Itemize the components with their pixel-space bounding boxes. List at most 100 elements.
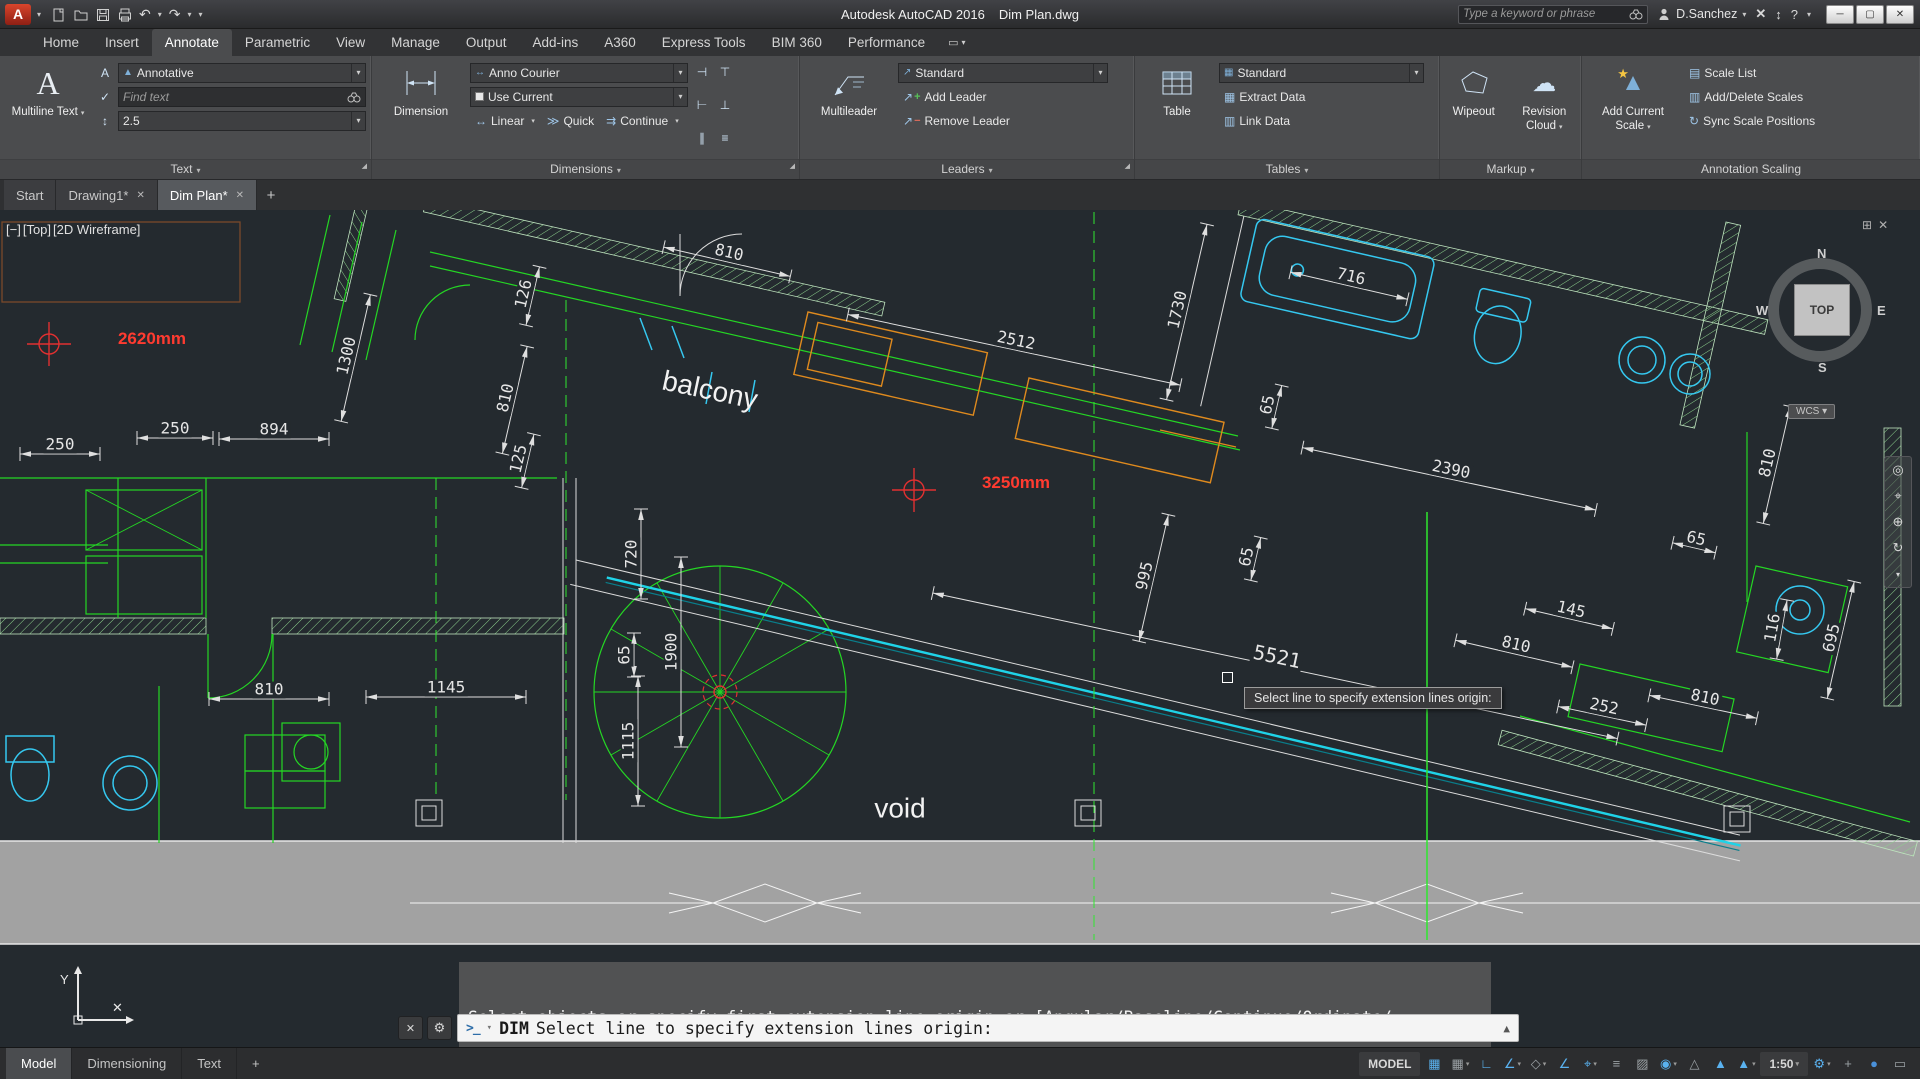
minimize-button[interactable]: ─ [1826, 5, 1854, 24]
canvas-text-810[interactable]: 810 [1498, 633, 1534, 657]
table-button[interactable]: Table [1140, 59, 1214, 159]
combo-caret-icon[interactable]: ▾ [673, 88, 687, 106]
canvas-text-720[interactable]: 720 [624, 538, 641, 571]
viewport-maximize-icon[interactable]: ⊞ [1862, 218, 1872, 232]
status-snap-mode[interactable]: ▦▾ [1448, 1052, 1472, 1076]
canvas-text-995[interactable]: 995 [1133, 558, 1157, 594]
ribbon-tab-insert[interactable]: Insert [92, 29, 152, 56]
viewcube-east[interactable]: E [1877, 303, 1886, 318]
status-annotation-visibility[interactable]: ▲ [1708, 1052, 1732, 1076]
drawing-area[interactable]: 8101261300810251217307162502508941256523… [0, 210, 1920, 1047]
status-lineweight-display[interactable]: ≡ [1604, 1052, 1628, 1076]
multiline-text-button[interactable]: A Multiline Text▾ [5, 59, 91, 159]
find-binoculars-icon[interactable] [347, 91, 361, 103]
close-tab-icon[interactable]: ✕ [136, 190, 144, 201]
help-caret-icon[interactable]: ▾ [1807, 10, 1811, 19]
dialog-launcher-icon[interactable]: ◢ [362, 157, 367, 176]
command-customize-icon[interactable]: ⚙ [427, 1016, 452, 1040]
markup-panel-label[interactable]: Markup▾ [1440, 159, 1581, 179]
viewcube-north[interactable]: N [1817, 246, 1826, 261]
canvas-text-810[interactable]: 810 [494, 380, 518, 416]
dialog-launcher-icon[interactable]: ◢ [1125, 157, 1130, 176]
plot-icon[interactable] [117, 7, 132, 22]
canvas-text-balcony[interactable]: balcony [658, 365, 762, 415]
file-tab-dim-plan[interactable]: Dim Plan*✕ [158, 180, 257, 210]
canvas-text-3250mm[interactable]: 3250mm [980, 474, 1052, 492]
jog-line-icon[interactable]: ⊢ [693, 96, 711, 114]
status-graphics-performance[interactable]: ● [1862, 1052, 1886, 1076]
annotation-scaling-panel-label[interactable]: Annotation Scaling [1582, 159, 1920, 179]
ribbon-tab-parametric[interactable]: Parametric [232, 29, 323, 56]
layout-tab-text[interactable]: Text [182, 1048, 237, 1079]
undo-caret-icon[interactable]: ▾ [158, 10, 162, 19]
restore-button[interactable]: ▢ [1856, 5, 1884, 24]
spell-check-icon[interactable]: ✓ [96, 88, 114, 106]
status-dynamic-ucs[interactable]: △ [1682, 1052, 1706, 1076]
dim-break-icon[interactable]: ⊣ [693, 63, 711, 81]
file-tab-drawing1[interactable]: Drawing1*✕ [56, 180, 157, 210]
command-prompt-text[interactable]: Select line to specify extension lines o… [536, 1019, 993, 1038]
canvas-text-810[interactable]: 810 [711, 241, 747, 265]
stay-connected-icon[interactable]: ↕ [1775, 7, 1782, 22]
canvas-text-65[interactable]: 65 [617, 643, 634, 666]
canvas-text-2620mm[interactable]: 2620mm [116, 330, 188, 348]
canvas-text-145[interactable]: 145 [1553, 598, 1589, 622]
add-delete-scales-button[interactable]: ▥Add/Delete Scales [1684, 86, 1808, 107]
override-icon[interactable]: ≡ [716, 129, 734, 147]
visual-style-control[interactable]: [2D Wireframe] [53, 222, 140, 237]
viewcube-west[interactable]: W [1756, 303, 1768, 318]
canvas-text-252[interactable]: 252 [1586, 695, 1622, 718]
inspect-icon[interactable]: ⊥ [716, 96, 734, 114]
status-grid-display[interactable]: ▦ [1422, 1052, 1446, 1076]
status-annotation-scale[interactable]: 1:50▾ [1760, 1052, 1808, 1076]
layout-tab-model[interactable]: Model [6, 1048, 72, 1079]
redo-caret-icon[interactable]: ▾ [188, 10, 192, 19]
add-current-scale-button[interactable]: ▲★ Add Current Scale▾ [1587, 59, 1679, 159]
ribbon-tab-express-tools[interactable]: Express Tools [649, 29, 759, 56]
status-selection-cycling[interactable]: ◉▾ [1656, 1052, 1680, 1076]
canvas-text-1300[interactable]: 1300 [334, 333, 360, 378]
ribbon-tab-home[interactable]: Home [30, 29, 92, 56]
canvas-text-810[interactable]: 810 [253, 682, 286, 699]
close-button[interactable]: ✕ [1886, 5, 1914, 24]
dimensions-panel-label[interactable]: Dimensions▾◢ [372, 159, 799, 179]
command-close-icon[interactable]: ✕ [398, 1016, 423, 1040]
ribbon-tab-performance[interactable]: Performance [835, 29, 938, 56]
revision-cloud-button[interactable]: ☁ Revision Cloud▾ [1513, 59, 1576, 159]
undo-icon[interactable]: ↶ [139, 6, 151, 23]
remove-leader-button[interactable]: ↗−Remove Leader [898, 110, 1015, 131]
qat-menu-icon[interactable]: ▾ [199, 10, 203, 19]
status-isometric-drafting[interactable]: ◇▾ [1526, 1052, 1550, 1076]
canvas-text-1115[interactable]: 1115 [621, 720, 638, 763]
mleader-style-combo[interactable]: ↗ Standard ▾ [898, 63, 1108, 83]
canvas-text-65[interactable]: 65 [1257, 392, 1279, 418]
wcs-selector[interactable]: WCS ▾ [1788, 404, 1835, 419]
sync-scale-positions-button[interactable]: ↻Sync Scale Positions [1684, 110, 1820, 131]
command-line[interactable]: >_ ▾ DIM Select line to specify extensio… [457, 1014, 1519, 1042]
update-dim-icon[interactable]: ∥ [693, 129, 711, 147]
new-file-icon[interactable] [51, 7, 66, 22]
new-drawing-tab-button[interactable]: + [257, 180, 285, 210]
pan-icon[interactable]: ⌖ [1894, 483, 1901, 509]
canvas-text-894[interactable]: 894 [258, 422, 291, 439]
dim-layer-combo[interactable]: Use Current ▾ [470, 87, 688, 107]
canvas-text-2512[interactable]: 2512 [993, 328, 1038, 353]
ribbon-tab-output[interactable]: Output [453, 29, 520, 56]
canvas-text-125[interactable]: 125 [507, 441, 531, 477]
canvas-text-250[interactable]: 250 [159, 421, 192, 438]
text-style-icon[interactable]: A [96, 64, 114, 82]
text-height-combo[interactable]: 2.5 ▾ [118, 111, 366, 131]
combo-caret-icon[interactable]: ▾ [1409, 64, 1423, 82]
open-file-icon[interactable] [73, 7, 88, 22]
dim-style-combo[interactable]: ↔ Anno Courier ▾ [470, 63, 688, 83]
ribbon-display-toggle[interactable]: ▭▾ [938, 29, 975, 56]
autodesk-exchange-icon[interactable]: ✕ [1755, 6, 1766, 22]
scale-list-button[interactable]: ▤Scale List [1684, 62, 1761, 83]
canvas-text-void[interactable]: void [872, 793, 927, 822]
viewcube-south[interactable]: S [1818, 360, 1827, 375]
ribbon-tab-view[interactable]: View [323, 29, 378, 56]
status-ortho-mode[interactable]: ∟ [1474, 1052, 1498, 1076]
ribbon-tab-bim-360[interactable]: BIM 360 [759, 29, 835, 56]
ribbon-tab-manage[interactable]: Manage [378, 29, 453, 56]
continue-dimension-button[interactable]: ⇉Continue▾ [601, 110, 684, 131]
